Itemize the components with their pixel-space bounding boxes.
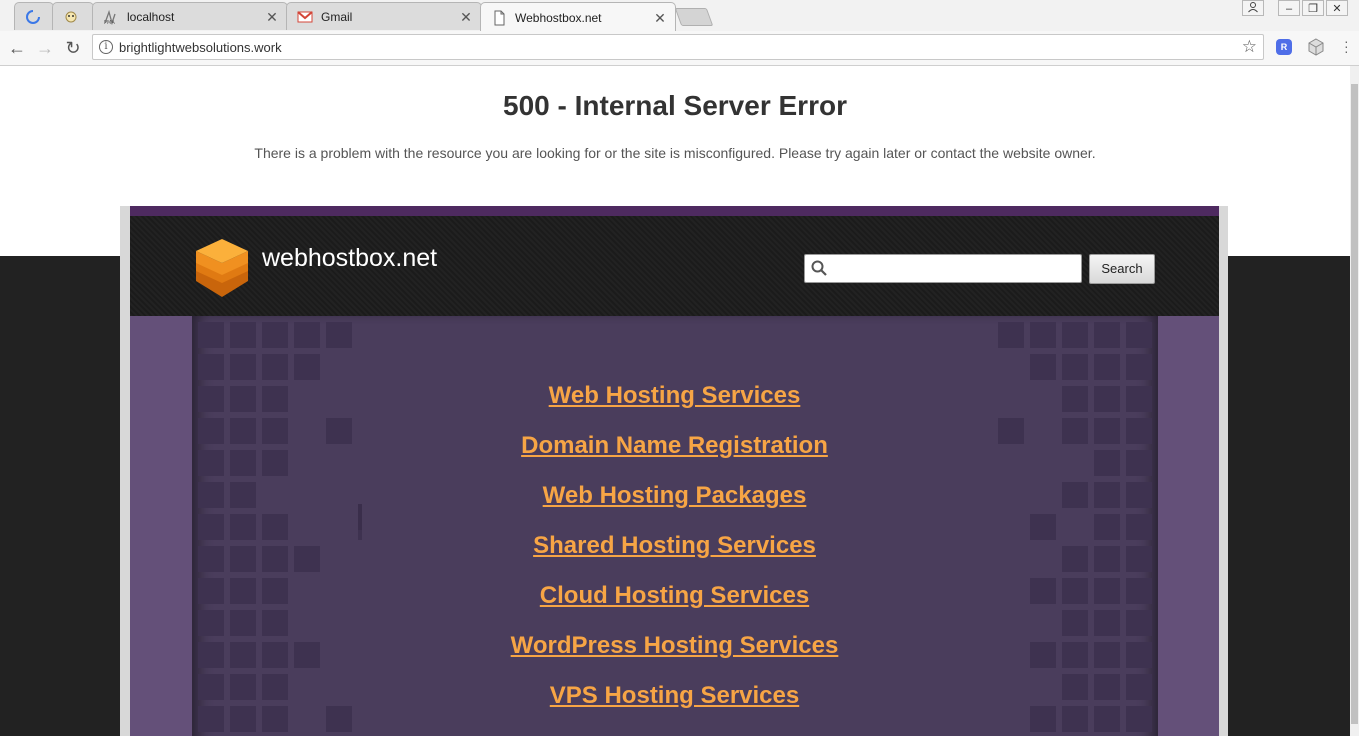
site-search-input[interactable] <box>804 254 1082 283</box>
close-window-icon[interactable]: ✕ <box>1326 0 1348 16</box>
tab-title: Webhostbox.net <box>515 10 602 25</box>
link-web-hosting-services[interactable]: Web Hosting Services <box>130 382 1219 432</box>
tab-loading[interactable] <box>14 2 54 30</box>
error-message: There is a problem with the resource you… <box>254 145 1096 161</box>
window-controls: – ❐ ✕ <box>1240 0 1348 18</box>
tab-webhostbox[interactable]: Webhostbox.net ✕ <box>480 2 676 32</box>
reload-icon[interactable]: ↻ <box>62 37 84 59</box>
link-panel: Web Hosting Services Domain Name Registr… <box>130 316 1219 736</box>
layered-box-logo-icon <box>196 239 248 297</box>
restore-icon[interactable]: ❐ <box>1302 0 1324 16</box>
new-tab-button[interactable] <box>674 8 714 26</box>
vertical-scrollbar[interactable] <box>1350 66 1359 736</box>
extension-r-icon[interactable]: R <box>1276 39 1292 55</box>
tab-strip: PMA localhost ✕ Gmail ✕ Webhostbox.net ✕… <box>0 0 1359 32</box>
gmail-icon <box>297 9 313 25</box>
page-viewport: 500 - Internal Server Error There is a p… <box>0 66 1350 736</box>
link-shared-hosting-services[interactable]: Shared Hosting Services <box>130 532 1219 582</box>
accent-line <box>130 206 1219 216</box>
error-title: 500 - Internal Server Error <box>503 90 847 121</box>
hosting-links: Web Hosting Services Domain Name Registr… <box>130 382 1219 732</box>
scrollbar-thumb[interactable] <box>1351 84 1358 724</box>
link-web-hosting-packages[interactable]: Web Hosting Packages <box>130 482 1219 532</box>
close-icon[interactable]: ✕ <box>459 10 473 24</box>
tab-localhost[interactable]: PMA localhost ✕ <box>92 2 288 30</box>
link-wordpress-hosting-services[interactable]: WordPress Hosting Services <box>130 632 1219 682</box>
search-button[interactable]: Search <box>1089 254 1155 284</box>
tab-title: Gmail <box>321 9 353 24</box>
pma-ghost-icon <box>63 9 79 25</box>
tab-pma[interactable] <box>52 2 94 30</box>
tab-title: localhost <box>127 9 175 24</box>
search-icon <box>811 260 827 276</box>
profile-icon[interactable] <box>1242 0 1264 16</box>
url-text: brightlightwebsolutions.work <box>119 40 282 55</box>
menu-dots-icon[interactable]: · · · <box>1344 34 1350 58</box>
browser-toolbar: ← → ↻ i brightlightwebsolutions.work ☆ R… <box>0 31 1359 66</box>
loading-spinner-icon <box>25 9 41 25</box>
info-icon[interactable]: i <box>99 40 113 54</box>
back-arrow-icon[interactable]: ← <box>6 37 28 59</box>
close-icon[interactable]: ✕ <box>265 10 279 24</box>
link-domain-name-registration[interactable]: Domain Name Registration <box>130 432 1219 482</box>
link-vps-hosting-services[interactable]: VPS Hosting Services <box>130 682 1219 732</box>
site-logo-text[interactable]: webhostbox.net <box>262 244 437 273</box>
site-header: webhostbox.net Search <box>130 216 1219 316</box>
extension-cube-icon[interactable] <box>1308 38 1324 56</box>
minimize-icon[interactable]: – <box>1278 0 1300 16</box>
phpmyadmin-icon: PMA <box>103 9 119 25</box>
address-bar[interactable]: i brightlightwebsolutions.work ☆ <box>92 34 1264 60</box>
close-icon[interactable]: ✕ <box>653 11 667 25</box>
page-icon <box>491 10 507 26</box>
link-cloud-hosting-services[interactable]: Cloud Hosting Services <box>130 582 1219 632</box>
tab-gmail[interactable]: Gmail ✕ <box>286 2 482 30</box>
svg-text:PMA: PMA <box>104 20 115 25</box>
bookmark-star-icon[interactable]: ☆ <box>1242 37 1257 57</box>
forward-arrow-icon[interactable]: → <box>34 37 56 59</box>
